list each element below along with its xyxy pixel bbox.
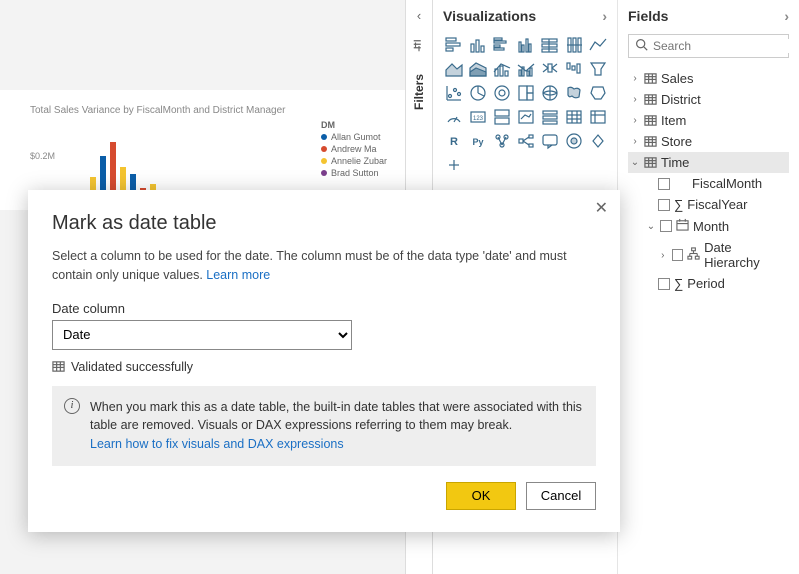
checkbox[interactable]: [658, 199, 670, 211]
fields-title: Fields: [628, 8, 668, 24]
field-period[interactable]: ∑Period: [628, 273, 789, 294]
python-visual-icon[interactable]: Py: [467, 130, 489, 152]
chart-title: Total Sales Variance by FiscalMonth and …: [30, 105, 375, 116]
visualizations-title: Visualizations: [443, 8, 536, 24]
collapse-visualizations-button[interactable]: ›: [602, 8, 607, 24]
checkbox[interactable]: [658, 278, 670, 290]
cancel-button[interactable]: Cancel: [526, 482, 596, 510]
table-icon: [644, 72, 657, 85]
dialog-title: Mark as date table: [52, 212, 596, 235]
power-apps-icon[interactable]: [587, 130, 609, 152]
card-icon[interactable]: 123: [467, 106, 489, 128]
svg-text:123: 123: [473, 116, 484, 122]
collapse-fields-button[interactable]: ›: [784, 8, 789, 24]
hierarchy-icon: [687, 247, 700, 263]
map-icon[interactable]: [539, 82, 561, 104]
dialog-description: Select a column to be used for the date.…: [52, 247, 596, 285]
fields-search[interactable]: [628, 34, 789, 58]
table-district[interactable]: ›District: [628, 89, 789, 110]
filters-icon: [406, 31, 432, 64]
custom-visual-icon[interactable]: [443, 154, 465, 176]
checkbox[interactable]: [658, 178, 670, 190]
slicer-icon[interactable]: [539, 106, 561, 128]
key-influencers-icon[interactable]: [491, 130, 513, 152]
mark-as-date-table-dialog: ✕ Mark as date table Select a column to …: [28, 190, 620, 532]
svg-text:R: R: [450, 136, 458, 148]
field-date-hierarchy[interactable]: ›Date Hierarchy: [628, 237, 789, 273]
expand-filters-button[interactable]: ‹: [406, 0, 432, 31]
validation-status: Validated successfully: [52, 360, 596, 374]
sigma-icon: ∑: [674, 276, 683, 291]
table-store[interactable]: ›Store: [628, 131, 789, 152]
info-icon: i: [64, 398, 80, 414]
ribbon-chart-icon[interactable]: [539, 58, 561, 80]
arcgis-map-icon[interactable]: [563, 130, 585, 152]
funnel-chart-icon[interactable]: [587, 58, 609, 80]
date-column-label: Date column: [52, 301, 596, 316]
fix-visuals-link[interactable]: Learn how to fix visuals and DAX express…: [90, 437, 344, 451]
table-item[interactable]: ›Item: [628, 110, 789, 131]
line-stacked-column-icon[interactable]: [491, 58, 513, 80]
checkbox[interactable]: [672, 249, 684, 261]
date-column-select[interactable]: Date: [52, 320, 352, 350]
stacked-bar-chart-icon[interactable]: [443, 34, 465, 56]
hundred-stacked-bar-icon[interactable]: [539, 34, 561, 56]
kpi-icon[interactable]: [515, 106, 537, 128]
area-chart-icon[interactable]: [443, 58, 465, 80]
table-sales[interactable]: ›Sales: [628, 68, 789, 89]
line-chart-icon[interactable]: [587, 34, 609, 56]
waterfall-chart-icon[interactable]: [563, 58, 585, 80]
shape-map-icon[interactable]: [587, 82, 609, 104]
clustered-bar-chart-icon[interactable]: [491, 34, 513, 56]
pie-chart-icon[interactable]: [467, 82, 489, 104]
line-clustered-column-icon[interactable]: [515, 58, 537, 80]
gauge-icon[interactable]: [443, 106, 465, 128]
decomposition-tree-icon[interactable]: [515, 130, 537, 152]
table-time[interactable]: ⌄Time: [628, 152, 789, 173]
svg-text:Py: Py: [472, 137, 483, 147]
table-icon[interactable]: [563, 106, 585, 128]
matrix-icon[interactable]: [587, 106, 609, 128]
field-fiscalmonth[interactable]: FiscalMonth: [628, 173, 789, 194]
table-icon: [644, 156, 657, 169]
donut-chart-icon[interactable]: [491, 82, 513, 104]
r-visual-icon[interactable]: R: [443, 130, 465, 152]
checkbox[interactable]: [660, 220, 672, 232]
table-icon: [644, 114, 657, 127]
qa-visual-icon[interactable]: [539, 130, 561, 152]
stacked-column-chart-icon[interactable]: [467, 34, 489, 56]
treemap-icon[interactable]: [515, 82, 537, 104]
calendar-icon: [676, 218, 689, 234]
chart-legend: DM Allan Gumot Andrew Ma Annelie Zubar B…: [321, 120, 387, 180]
sigma-icon: ∑: [674, 197, 683, 212]
table-icon: [644, 93, 657, 106]
search-icon: [635, 38, 648, 54]
ok-button[interactable]: OK: [446, 482, 516, 510]
table-icon: [644, 135, 657, 148]
clustered-column-chart-icon[interactable]: [515, 34, 537, 56]
fields-pane: Fields › ›Sales ›District ›Item ›Store ⌄…: [618, 0, 799, 574]
field-month[interactable]: ⌄Month: [628, 215, 789, 237]
hundred-stacked-column-icon[interactable]: [563, 34, 585, 56]
multi-row-card-icon[interactable]: [491, 106, 513, 128]
visualization-picker: 123 R Py: [443, 34, 607, 176]
learn-more-link[interactable]: Learn more: [206, 268, 270, 282]
scatter-chart-icon[interactable]: [443, 82, 465, 104]
field-fiscalyear[interactable]: ∑FiscalYear: [628, 194, 789, 215]
table-icon: [52, 360, 65, 373]
filled-map-icon[interactable]: [563, 82, 585, 104]
search-input[interactable]: [653, 39, 799, 53]
stacked-area-chart-icon[interactable]: [467, 58, 489, 80]
filters-label: Filters: [412, 74, 426, 110]
info-box: i When you mark this as a date table, th…: [52, 386, 596, 466]
close-button[interactable]: ✕: [595, 198, 608, 218]
